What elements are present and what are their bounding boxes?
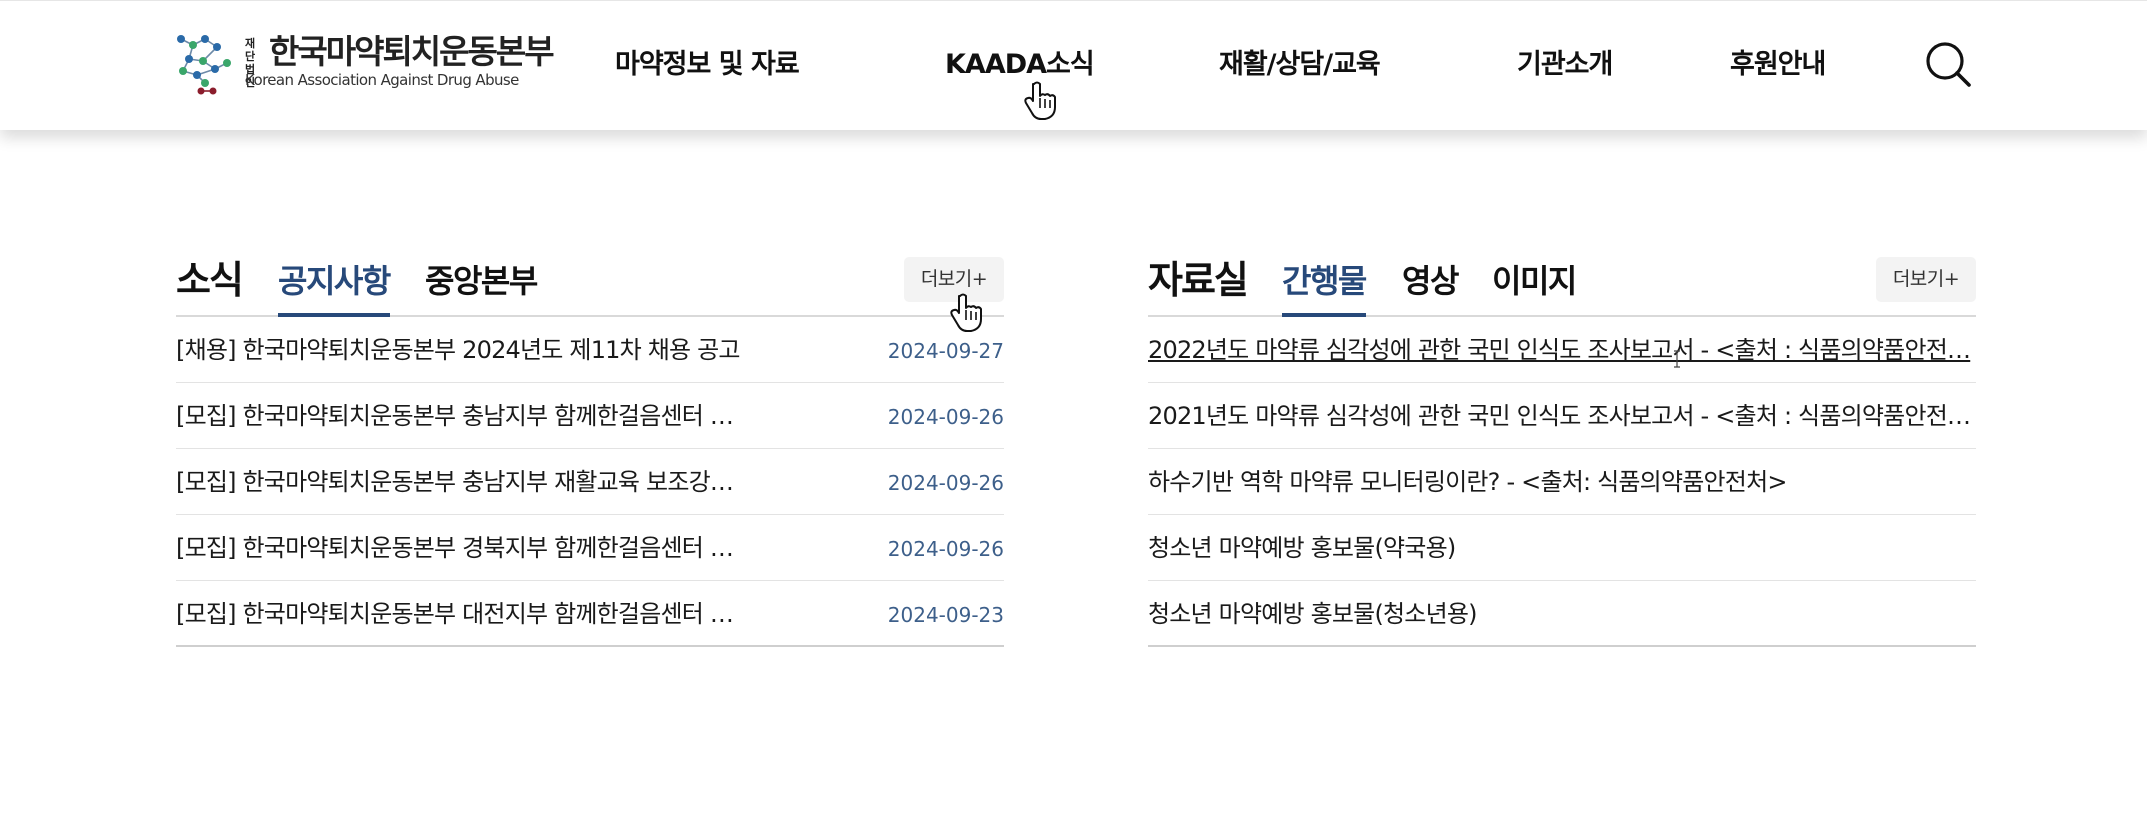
archive-section: 자료실 간행물 영상 이미지 더보기+ 2022년도 마약류 심각성에 관한 국… [1148, 250, 1976, 665]
news-item-title[interactable]: [채용] 한국마약퇴치운동본부 2024년도 제11차 채용 공고 [176, 334, 746, 366]
tab-headquarters[interactable]: 중앙본부 [425, 258, 538, 317]
search-icon[interactable] [1925, 41, 1973, 89]
archive-list-item[interactable]: 청소년 마약예방 홍보물(청소년용) [1148, 581, 1976, 647]
news-item-date: 2024-09-27 [887, 339, 1004, 363]
tab-notice[interactable]: 공지사항 [278, 258, 391, 317]
news-item-title[interactable]: [모집] 한국마약퇴치운동본부 경북지부 함께한걸음센터 … [176, 532, 746, 564]
archive-section-title: 자료실 [1148, 258, 1249, 302]
news-item-title[interactable]: [모집] 한국마약퇴치운동본부 대전지부 함께한걸음센터 … [176, 598, 746, 630]
archive-list-item[interactable]: 2022년도 마약류 심각성에 관한 국민 인식도 조사보고서 - <출처 : … [1148, 317, 1976, 383]
nav-drug-info[interactable]: 마약정보 및 자료 [615, 45, 800, 85]
logo-mark-icon [177, 35, 231, 95]
archive-more-button[interactable]: 더보기+ [1876, 257, 1976, 302]
news-section-title: 소식 [176, 258, 244, 302]
news-more-button[interactable]: 더보기+ [904, 257, 1004, 302]
news-item-date: 2024-09-23 [887, 603, 1004, 627]
archive-list: 2022년도 마약류 심각성에 관한 국민 인식도 조사보고서 - <출처 : … [1148, 317, 1976, 647]
news-item-title[interactable]: [모집] 한국마약퇴치운동본부 충남지부 재활교육 보조강… [176, 466, 746, 498]
news-list-item[interactable]: [모집] 한국마약퇴치운동본부 충남지부 함께한걸음센터 … 2024-09-2… [176, 383, 1004, 449]
archive-item-title[interactable]: 2021년도 마약류 심각성에 관한 국민 인식도 조사보고서 - <출처 : … [1148, 400, 1976, 432]
tab-publications[interactable]: 간행물 [1282, 258, 1367, 317]
news-list: [채용] 한국마약퇴치운동본부 2024년도 제11차 채용 공고 2024-0… [176, 317, 1004, 647]
tab-videos[interactable]: 영상 [1402, 258, 1459, 317]
news-list-item[interactable]: [채용] 한국마약퇴치운동본부 2024년도 제11차 채용 공고 2024-0… [176, 317, 1004, 383]
archive-item-title[interactable]: 청소년 마약예방 홍보물(약국용) [1148, 532, 1976, 564]
archive-list-item[interactable]: 청소년 마약예방 홍보물(약국용) [1148, 515, 1976, 581]
archive-item-title[interactable]: 2022년도 마약류 심각성에 관한 국민 인식도 조사보고서 - <출처 : … [1148, 334, 1976, 366]
site-logo[interactable]: 재단법인 한국마약퇴치운동본부 Korean Association Again… [175, 31, 555, 95]
logo-name-korean: 한국마약퇴치운동본부 [269, 32, 555, 71]
news-item-title[interactable]: [모집] 한국마약퇴치운동본부 충남지부 함께한걸음센터 … [176, 400, 746, 432]
archive-section-header: 자료실 간행물 영상 이미지 더보기+ [1148, 250, 1976, 317]
nav-donation[interactable]: 후원안내 [1730, 45, 1826, 85]
news-section: 소식 공지사항 중앙본부 더보기+ [채용] 한국마약퇴치운동본부 2024년도… [176, 250, 1004, 665]
logo-name-english: Korean Association Against Drug Abuse [245, 71, 519, 89]
archive-list-item[interactable]: 2021년도 마약류 심각성에 관한 국민 인식도 조사보고서 - <출처 : … [1148, 383, 1976, 449]
archive-item-title[interactable]: 청소년 마약예방 홍보물(청소년용) [1148, 598, 1976, 630]
text-cursor-icon [1674, 350, 1680, 368]
site-header: 재단법인 한국마약퇴치운동본부 Korean Association Again… [0, 0, 2147, 130]
nav-rehab-counsel-edu[interactable]: 재활/상담/교육 [1219, 45, 1381, 85]
nav-about[interactable]: 기관소개 [1517, 45, 1613, 85]
nav-kaada-news[interactable]: KAADA소식 [945, 45, 1095, 85]
news-section-header: 소식 공지사항 중앙본부 더보기+ [176, 250, 1004, 317]
archive-list-item[interactable]: 하수기반 역학 마약류 모니터링이란? - <출처: 식품의약품안전처> [1148, 449, 1976, 515]
news-item-date: 2024-09-26 [887, 537, 1004, 561]
archive-item-title[interactable]: 하수기반 역학 마약류 모니터링이란? - <출처: 식품의약품안전처> [1148, 466, 1976, 498]
news-list-item[interactable]: [모집] 한국마약퇴치운동본부 대전지부 함께한걸음센터 … 2024-09-2… [176, 581, 1004, 647]
news-list-item[interactable]: [모집] 한국마약퇴치운동본부 경북지부 함께한걸음센터 … 2024-09-2… [176, 515, 1004, 581]
news-item-date: 2024-09-26 [887, 405, 1004, 429]
news-item-date: 2024-09-26 [887, 471, 1004, 495]
tab-images[interactable]: 이미지 [1492, 258, 1577, 317]
news-list-item[interactable]: [모집] 한국마약퇴치운동본부 충남지부 재활교육 보조강… 2024-09-2… [176, 449, 1004, 515]
